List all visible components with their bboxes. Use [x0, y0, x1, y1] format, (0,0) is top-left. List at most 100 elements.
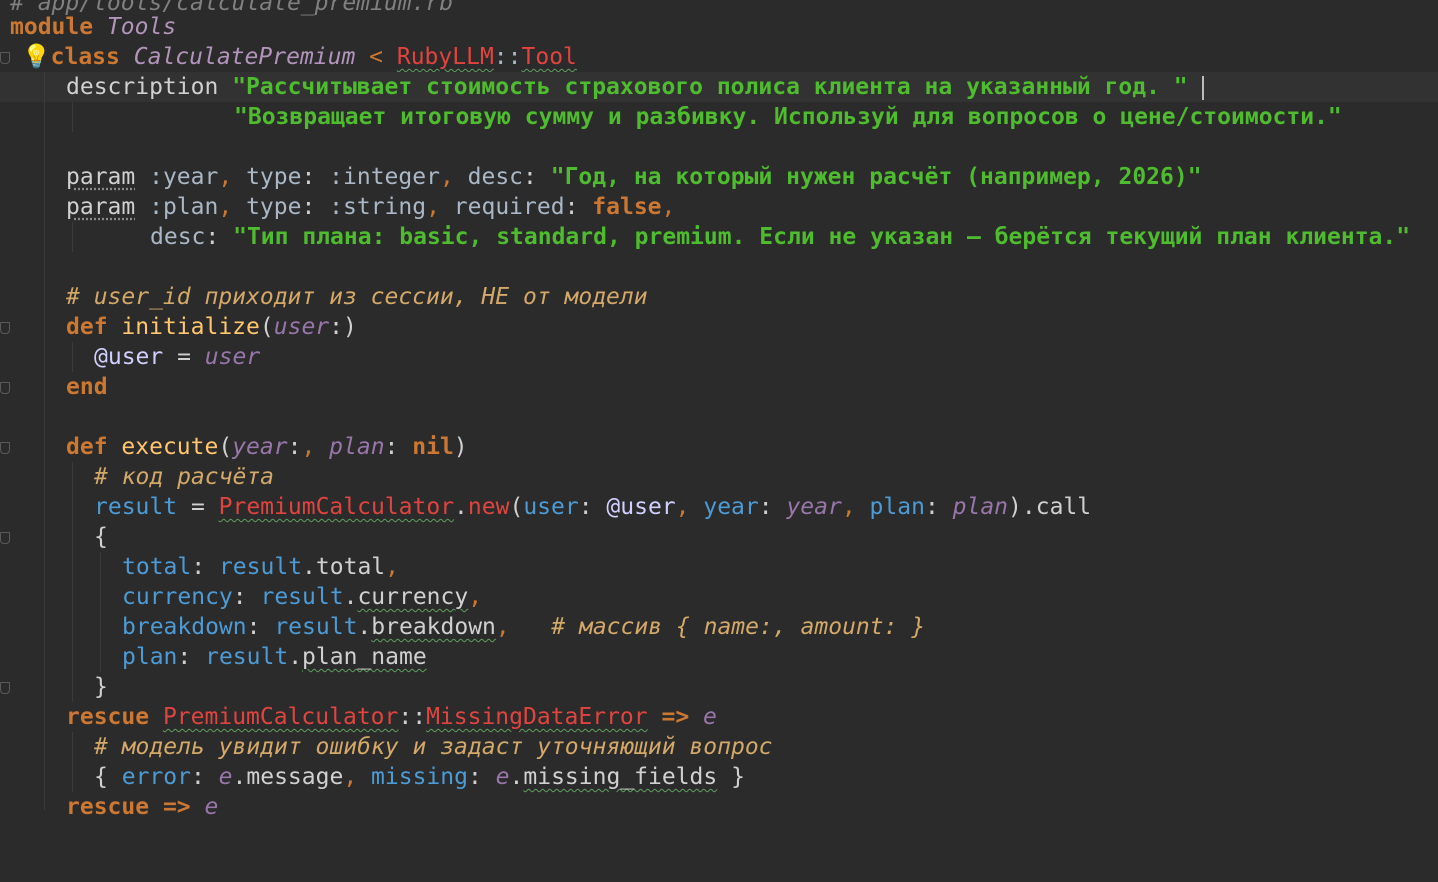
- code-line-current[interactable]: description "Рассчитывает стоимость стра…: [0, 72, 1438, 102]
- local-variable: result: [218, 554, 303, 580]
- method-call: breakdown: [371, 614, 496, 640]
- fold-marker-icon[interactable]: [0, 532, 10, 544]
- parameter: plan: [952, 494, 1009, 520]
- code-line[interactable]: param :plan, type: :string, required: fa…: [0, 192, 1438, 222]
- keyword: end: [66, 374, 108, 400]
- symbol: :plan: [149, 194, 219, 220]
- method-call: message: [246, 764, 344, 790]
- code-line[interactable]: currency: result.currency,: [0, 582, 1438, 612]
- comment: # user_id приходит из сессии, НЕ от моде…: [66, 284, 648, 310]
- hash-key: desc: [467, 164, 524, 190]
- code-line[interactable]: total: result.total,: [0, 552, 1438, 582]
- operator: ::: [493, 44, 522, 70]
- method-name: initialize: [121, 314, 260, 340]
- keyword: nil: [412, 434, 454, 460]
- comment: # модель увидит ошибку и задаст уточняющ…: [94, 734, 773, 760]
- indent-guide: [72, 342, 73, 372]
- symbol: :string: [329, 194, 427, 220]
- hash-key: type: [246, 164, 302, 190]
- local-variable: e: [703, 704, 717, 730]
- brace: {: [94, 524, 108, 550]
- keyword: def: [66, 314, 108, 340]
- keyword: class: [50, 44, 120, 70]
- fold-marker-icon[interactable]: [0, 322, 10, 334]
- method-call: description: [66, 74, 219, 100]
- symbol: :year: [149, 164, 219, 190]
- operator: <: [355, 44, 397, 70]
- hash-key: type: [246, 194, 302, 220]
- method-call: new: [467, 494, 510, 520]
- hash-key: required: [453, 194, 565, 220]
- method-call: call: [1035, 494, 1092, 520]
- code-line[interactable]: rescue PremiumCalculator::MissingDataErr…: [0, 702, 1438, 732]
- hash-key: plan: [122, 644, 178, 670]
- code-line[interactable]: }: [0, 672, 1438, 702]
- code-line[interactable]: def initialize(user:): [0, 312, 1438, 342]
- code-line[interactable]: # код расчёта: [0, 462, 1438, 492]
- code-line[interactable]: end: [0, 372, 1438, 402]
- method-call: total: [315, 554, 386, 580]
- method-call: param: [66, 164, 136, 190]
- method-call: plan_name: [302, 644, 427, 670]
- hash-key: breakdown: [122, 614, 247, 640]
- code-line[interactable]: "Возвращает итоговую сумму и разбивку. И…: [0, 102, 1438, 132]
- hash-key: user: [523, 494, 579, 520]
- code-line[interactable]: { error: e.message, missing: e.missing_f…: [0, 762, 1438, 792]
- keyword: rescue: [66, 704, 150, 730]
- code-line[interactable]: desc: "Тип плана: basic, standard, premi…: [0, 222, 1438, 252]
- boolean: false: [592, 194, 662, 220]
- code-line[interactable]: rescue => e: [0, 792, 1438, 822]
- constant: PremiumCalculator: [162, 704, 399, 730]
- string-literal: "Рассчитывает стоимость страхового полис…: [232, 74, 1188, 100]
- method-call: currency: [357, 584, 469, 610]
- indent-guide: [72, 222, 73, 252]
- class-name: CalculatePremium: [133, 44, 356, 70]
- code-editor[interactable]: # app/tools/calculate_premium.rb module …: [0, 0, 1438, 820]
- code-line[interactable]: breakdown: result.breakdown, # массив { …: [0, 612, 1438, 642]
- string-literal: "Год, на который нужен расчёт (например,…: [550, 164, 1202, 190]
- instance-variable: @user: [606, 494, 676, 520]
- constant: MissingDataError: [426, 704, 648, 730]
- indent-guide: [72, 732, 73, 792]
- hash-key: error: [121, 764, 191, 790]
- operator: =: [163, 344, 205, 370]
- code-line[interactable]: result = PremiumCalculator.new(user: @us…: [0, 492, 1438, 522]
- indent-guide: [72, 102, 73, 132]
- fold-marker-icon[interactable]: [0, 442, 10, 454]
- fold-marker-icon[interactable]: [0, 382, 10, 394]
- code-line[interactable]: param :year, type: :integer, desc: "Год,…: [0, 162, 1438, 192]
- comment: # массив { name:, amount: }: [551, 614, 926, 640]
- fold-marker-icon[interactable]: [0, 682, 10, 694]
- fold-marker-icon[interactable]: [0, 52, 10, 64]
- code-line[interactable]: @user = user: [0, 342, 1438, 372]
- string-literal: "Возвращает итоговую сумму и разбивку. И…: [234, 104, 1342, 130]
- constant: PremiumCalculator: [218, 494, 455, 520]
- code-line[interactable]: # модель увидит ошибку и задаст уточняющ…: [0, 732, 1438, 762]
- code-line[interactable]: def execute(year:, plan: nil): [0, 432, 1438, 462]
- operator: =: [177, 494, 219, 520]
- comment: # код расчёта: [94, 464, 275, 490]
- string-literal: "Тип плана: basic, standard, premium. Ес…: [233, 224, 1411, 250]
- local-variable: result: [205, 644, 289, 670]
- operator: =>: [661, 704, 690, 730]
- hash-key: plan: [869, 494, 925, 520]
- method-call: missing_fields: [523, 764, 718, 790]
- method-name: execute: [121, 434, 219, 460]
- code-line[interactable]: 💡class CalculatePremium < RubyLLM::Tool: [0, 42, 1438, 72]
- lightbulb-icon[interactable]: 💡: [22, 44, 51, 70]
- indent-guide: [72, 462, 73, 702]
- hash-key: total: [122, 554, 192, 580]
- brace: }: [94, 674, 108, 700]
- constant: RubyLLM: [396, 44, 494, 70]
- module-name: Tools: [106, 14, 177, 40]
- local-variable: e: [204, 794, 219, 820]
- code-line[interactable]: # user_id приходит из сессии, НЕ от моде…: [0, 282, 1438, 312]
- code-line[interactable]: module Tools: [0, 12, 1438, 42]
- parameter: plan: [329, 434, 385, 460]
- indent-guide: [44, 72, 45, 810]
- operator: =>: [162, 794, 191, 820]
- code-line[interactable]: {: [0, 522, 1438, 552]
- code-line[interactable]: plan: result.plan_name: [0, 642, 1438, 672]
- parameter: year: [786, 494, 842, 520]
- keyword: rescue: [66, 794, 150, 820]
